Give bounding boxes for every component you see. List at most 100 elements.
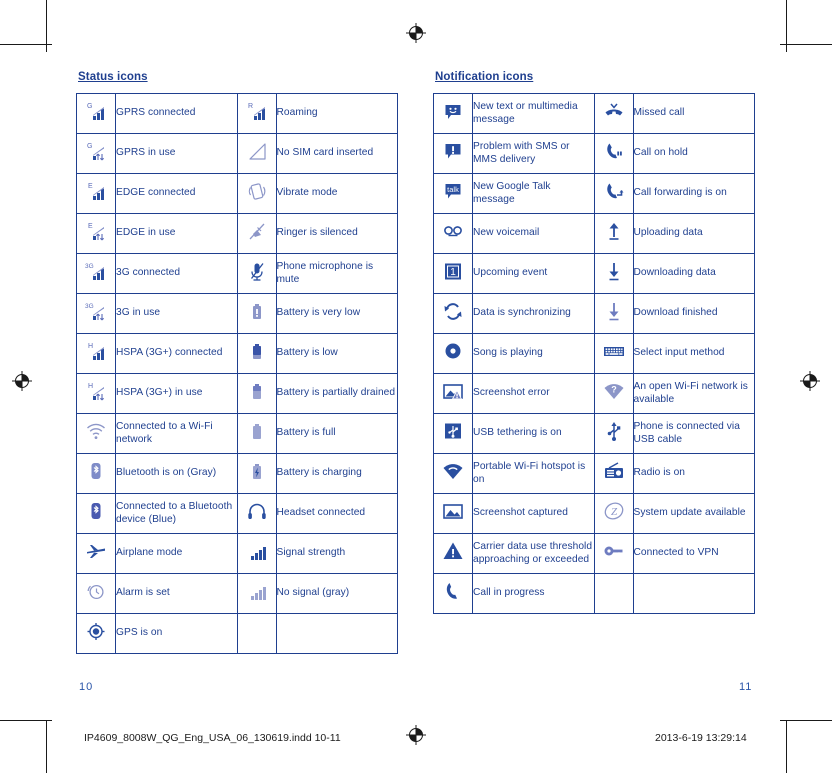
table-row: 3G 3G in use Battery is very low — [76, 293, 398, 334]
table-row: Connected to a Bluetooth device (Blue) H… — [76, 493, 398, 534]
screenshot-error-icon — [440, 378, 466, 404]
battery-full-icon-cell — [236, 413, 277, 454]
headset-connected-icon-cell — [236, 493, 277, 534]
svg-text:talk: talk — [447, 185, 459, 194]
airplane-mode-icon — [83, 538, 109, 564]
battery-very-low-icon-cell — [236, 293, 277, 334]
status-label: Phone microphone is mute — [275, 253, 398, 294]
crop-mark-top-right-horizontal — [780, 44, 832, 45]
no-signal-gray-icon-cell — [236, 573, 277, 614]
wifi-connected-icon-cell — [76, 413, 116, 454]
notification-icons-table: New text or multimedia message Missed ca… — [433, 93, 755, 614]
notification-label: An open Wi-Fi network is available — [632, 373, 755, 414]
screenshot-captured-icon — [440, 498, 466, 524]
status-label: Alarm is set — [115, 573, 238, 614]
notification-label: Connected to VPN — [632, 533, 755, 574]
battery-low-icon — [244, 338, 270, 364]
battery-partially-drained-icon — [244, 378, 270, 404]
edge-connected-icon-cell: E — [76, 173, 116, 214]
svg-text:H: H — [88, 383, 93, 390]
downloading-data-icon-cell — [593, 253, 634, 294]
status-label: 3G in use — [115, 293, 238, 334]
usb-connected-icon-cell — [593, 413, 634, 454]
crop-mark-bottom-right-horizontal — [780, 720, 832, 721]
table-row: E EDGE in use Ringer is silenced — [76, 213, 398, 254]
notification-label: Problem with SMS or MMS delivery — [472, 133, 595, 174]
call-on-hold-icon-cell — [593, 133, 634, 174]
microphone-mute-icon-cell — [236, 253, 277, 294]
google-talk-message-icon-cell: talk — [433, 173, 473, 214]
uploading-data-icon — [601, 218, 627, 244]
status-label: Airplane mode — [115, 533, 238, 574]
status-label — [275, 613, 398, 654]
battery-low-icon-cell — [236, 333, 277, 374]
table-row: 1 Upcoming event Downloading data — [433, 253, 755, 294]
svg-text:H: H — [88, 343, 93, 350]
usb-tethering-icon-cell — [433, 413, 473, 454]
status-icons-column: Status icons G GPRS connected R Roaming … — [76, 70, 398, 654]
data-threshold-warning-icon — [440, 538, 466, 564]
system-update-icon-cell: Z — [593, 493, 634, 534]
table-row: Carrier data use threshold approaching o… — [433, 533, 755, 574]
registration-mark-bottom — [406, 725, 426, 745]
system-update-icon: Z — [601, 498, 627, 524]
vibrate-mode-icon-cell — [236, 173, 277, 214]
svg-text:3G: 3G — [85, 263, 94, 270]
notification-label: Downloading data — [632, 253, 755, 294]
registration-mark-right — [800, 371, 820, 391]
imprint-timestamp: 2013-6-19 13:29:14 — [655, 732, 747, 744]
svg-text:3G: 3G — [85, 303, 94, 310]
status-label: Signal strength — [275, 533, 398, 574]
bluetooth-connected-blue-icon — [83, 498, 109, 524]
table-row: Portable Wi-Fi hotspot is on Radio is on — [433, 453, 755, 494]
song-playing-icon — [440, 338, 466, 364]
notification-icons-title: Notification icons — [435, 71, 534, 83]
song-playing-icon-cell — [433, 333, 473, 374]
call-on-hold-icon — [601, 138, 627, 164]
hspa-connected-icon-cell: H — [76, 333, 116, 374]
screenshot-captured-icon-cell — [433, 493, 473, 534]
battery-partially-drained-icon-cell — [236, 373, 277, 414]
roaming-icon-cell: R — [236, 93, 277, 134]
status-icons-title: Status icons — [78, 71, 148, 83]
status-label: GPS is on — [115, 613, 238, 654]
vibrate-mode-icon — [244, 178, 270, 204]
notification-label — [632, 573, 755, 614]
status-label: HSPA (3G+) in use — [115, 373, 238, 414]
svg-text:G: G — [87, 143, 92, 150]
notification-label: Radio is on — [632, 453, 755, 494]
ringer-silenced-icon-cell — [236, 213, 277, 254]
google-talk-message-icon: talk — [440, 178, 466, 204]
battery-charging-icon-cell — [236, 453, 277, 494]
crop-mark-bottom-left-vertical — [46, 721, 47, 773]
table-row: USB tethering is on Phone is connected v… — [433, 413, 755, 454]
vpn-connected-icon — [601, 538, 627, 564]
gprs-in-use-icon-cell: G — [76, 133, 116, 174]
bluetooth-on-gray-icon-cell — [76, 453, 116, 494]
notification-label: New voicemail — [472, 213, 595, 254]
notification-label: Phone is connected via USB cable — [632, 413, 755, 454]
edge-connected-icon: E — [83, 178, 109, 204]
gps-on-icon-cell — [76, 613, 116, 654]
svg-text:E: E — [88, 223, 93, 230]
notification-label: Call in progress — [472, 573, 595, 614]
gps-on-icon — [83, 618, 109, 644]
radio-on-icon — [601, 458, 627, 484]
airplane-mode-icon-cell — [76, 533, 116, 574]
radio-on-icon-cell — [593, 453, 634, 494]
call-forwarding-icon — [601, 178, 627, 204]
call-in-progress-icon-cell — [433, 573, 473, 614]
data-synchronizing-icon-cell — [433, 293, 473, 334]
notification-label: Select input method — [632, 333, 755, 374]
gprs-connected-icon-cell: G — [76, 93, 116, 134]
ringer-silenced-icon — [244, 218, 270, 244]
bluetooth-on-gray-icon — [83, 458, 109, 484]
notification-label: Data is synchronizing — [472, 293, 595, 334]
crop-mark-top-left-horizontal — [0, 44, 52, 45]
new-message-icon — [440, 98, 466, 124]
table-row: Song is playing Select input method — [433, 333, 755, 374]
status-label: GPRS in use — [115, 133, 238, 174]
select-input-method-icon-cell — [593, 333, 634, 374]
notification-label: Call on hold — [632, 133, 755, 174]
table-row: G GPRS connected R Roaming — [76, 93, 398, 134]
